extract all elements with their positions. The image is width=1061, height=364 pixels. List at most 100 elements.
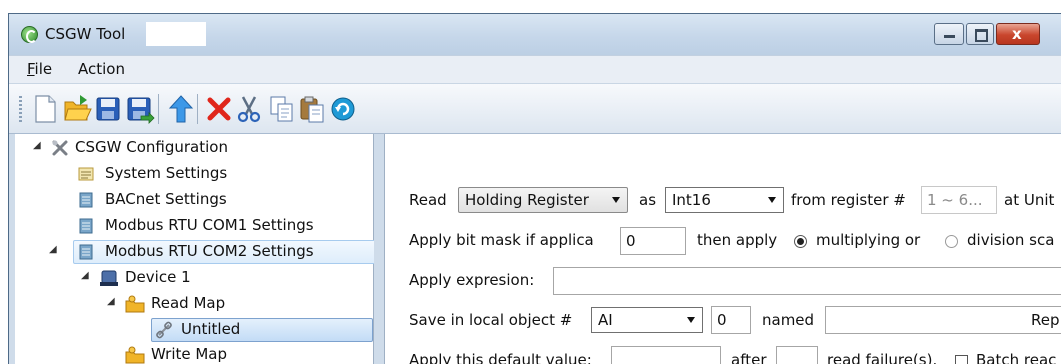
data-type-value: Int16	[672, 191, 711, 209]
default-value-label: Apply this default value:	[409, 351, 592, 364]
tree-item-label: Device 1	[125, 268, 191, 286]
report-label: Rep	[1031, 311, 1060, 329]
new-file-button[interactable]	[31, 94, 59, 124]
register-number-input[interactable]: 1 ~ 6...	[921, 186, 997, 214]
folder-map-icon	[125, 295, 145, 313]
tree-item-label: Read Map	[151, 294, 226, 312]
menu-bar: File Action	[9, 55, 1061, 83]
division-radio[interactable]	[945, 235, 958, 248]
app-window: CSGW Tool x File Action ◢ CSGW Configura…	[8, 13, 1061, 364]
bitmask-label: Apply bit mask if applica	[409, 231, 594, 249]
device-panel-icon	[77, 217, 95, 235]
dropdown-arrow-icon	[612, 197, 620, 203]
default-value-input[interactable]	[611, 346, 721, 364]
delete-icon	[207, 97, 231, 121]
save-icon	[96, 97, 120, 121]
toolbar-separator	[158, 94, 159, 124]
save-local-object-label: Save in local object #	[409, 311, 573, 329]
title-bar[interactable]: CSGW Tool x	[9, 14, 1061, 55]
multiplying-radio[interactable]	[794, 235, 807, 248]
tree-item-label: Modbus RTU COM2 Settings	[105, 242, 314, 260]
then-apply-label: then apply	[697, 231, 778, 249]
division-label: division sca	[967, 231, 1055, 249]
menu-file-label: ile	[34, 60, 53, 78]
open-folder-icon	[64, 95, 92, 121]
batch-read-checkbox[interactable]	[955, 355, 968, 364]
named-label: named	[762, 311, 815, 329]
copy-button[interactable]	[268, 94, 296, 124]
config-tree[interactable]: ◢ CSGW Configuration System Settings BAC…	[15, 134, 383, 364]
bitmask-input[interactable]: 0	[620, 227, 686, 255]
title-redacted-area	[146, 22, 206, 46]
save-as-button[interactable]	[125, 94, 155, 124]
minimize-icon	[944, 35, 955, 38]
settings-list-icon	[77, 165, 95, 183]
close-button[interactable]: x	[996, 23, 1040, 45]
as-label: as	[639, 191, 657, 209]
multiplying-label: multiplying or	[816, 231, 921, 249]
refresh-icon	[331, 97, 355, 121]
tools-icon	[51, 139, 69, 157]
window-title: CSGW Tool	[45, 25, 126, 43]
minimize-button[interactable]	[934, 23, 964, 45]
pane-splitter[interactable]	[374, 134, 384, 364]
cut-button[interactable]	[235, 94, 263, 124]
tree-item-label: Write Map	[151, 345, 228, 363]
maximize-icon	[975, 29, 988, 42]
device-panel-icon	[77, 243, 95, 261]
paste-button[interactable]	[298, 94, 326, 124]
object-number-input[interactable]: 0	[711, 306, 751, 334]
device-icon	[99, 269, 118, 287]
menu-file-accelerator: F	[27, 60, 35, 78]
copy-icon	[270, 96, 293, 122]
folder-map-icon	[125, 346, 145, 364]
object-type-select[interactable]: AI	[591, 307, 703, 333]
new-file-icon	[35, 95, 56, 123]
expanded-arrow-icon[interactable]: ◢	[81, 270, 89, 281]
expression-label: Apply expresion:	[409, 271, 535, 289]
main-panes: ◢ CSGW Configuration System Settings BAC…	[9, 134, 1061, 364]
maximize-button[interactable]	[966, 23, 994, 45]
object-name-input[interactable]	[825, 306, 1061, 334]
link-icon	[155, 321, 173, 339]
at-unit-label: at Unit	[1004, 191, 1055, 209]
object-number-value: 0	[717, 311, 727, 329]
register-type-select[interactable]: Holding Register	[458, 187, 628, 213]
data-type-select[interactable]: Int16	[665, 187, 784, 213]
toolbar-grip[interactable]	[19, 96, 22, 124]
refresh-button[interactable]	[329, 94, 357, 124]
expanded-arrow-icon[interactable]: ◢	[49, 244, 57, 255]
map-editor-panel: Read Holding Register as Int16 from regi…	[384, 134, 1061, 364]
after-label: after	[731, 351, 767, 364]
tree-item-label: CSGW Configuration	[75, 138, 228, 156]
open-button[interactable]	[63, 94, 92, 124]
app-logo-icon	[21, 26, 38, 43]
save-button[interactable]	[94, 94, 122, 124]
tree-item-label: Untitled	[181, 320, 241, 338]
dropdown-arrow-icon	[687, 317, 695, 323]
expanded-arrow-icon[interactable]: ◢	[107, 296, 115, 307]
failure-count-input[interactable]	[776, 346, 818, 364]
delete-button[interactable]	[205, 94, 233, 124]
toolbar	[9, 83, 1061, 134]
tree-item-label: Modbus RTU COM1 Settings	[105, 216, 314, 234]
move-up-button[interactable]	[167, 94, 195, 124]
save-as-icon	[127, 97, 155, 124]
menu-file[interactable]: File	[27, 60, 52, 78]
dropdown-arrow-icon	[768, 197, 776, 203]
expanded-arrow-icon[interactable]: ◢	[33, 140, 41, 151]
register-type-value: Holding Register	[465, 191, 589, 209]
cut-icon	[237, 96, 261, 123]
expression-input[interactable]	[553, 267, 1061, 295]
batch-read-label: Batch reac	[976, 351, 1057, 364]
tree-item-label: System Settings	[105, 164, 228, 182]
toolbar-separator	[197, 94, 198, 124]
paste-icon	[300, 96, 324, 123]
from-register-label: from register #	[791, 191, 906, 209]
read-failures-label: read failure(s).	[827, 351, 938, 364]
move-up-icon	[168, 95, 194, 123]
menu-action[interactable]: Action	[78, 60, 125, 78]
device-panel-icon	[77, 191, 95, 209]
read-label: Read	[409, 191, 447, 209]
close-icon: x	[1012, 25, 1022, 43]
